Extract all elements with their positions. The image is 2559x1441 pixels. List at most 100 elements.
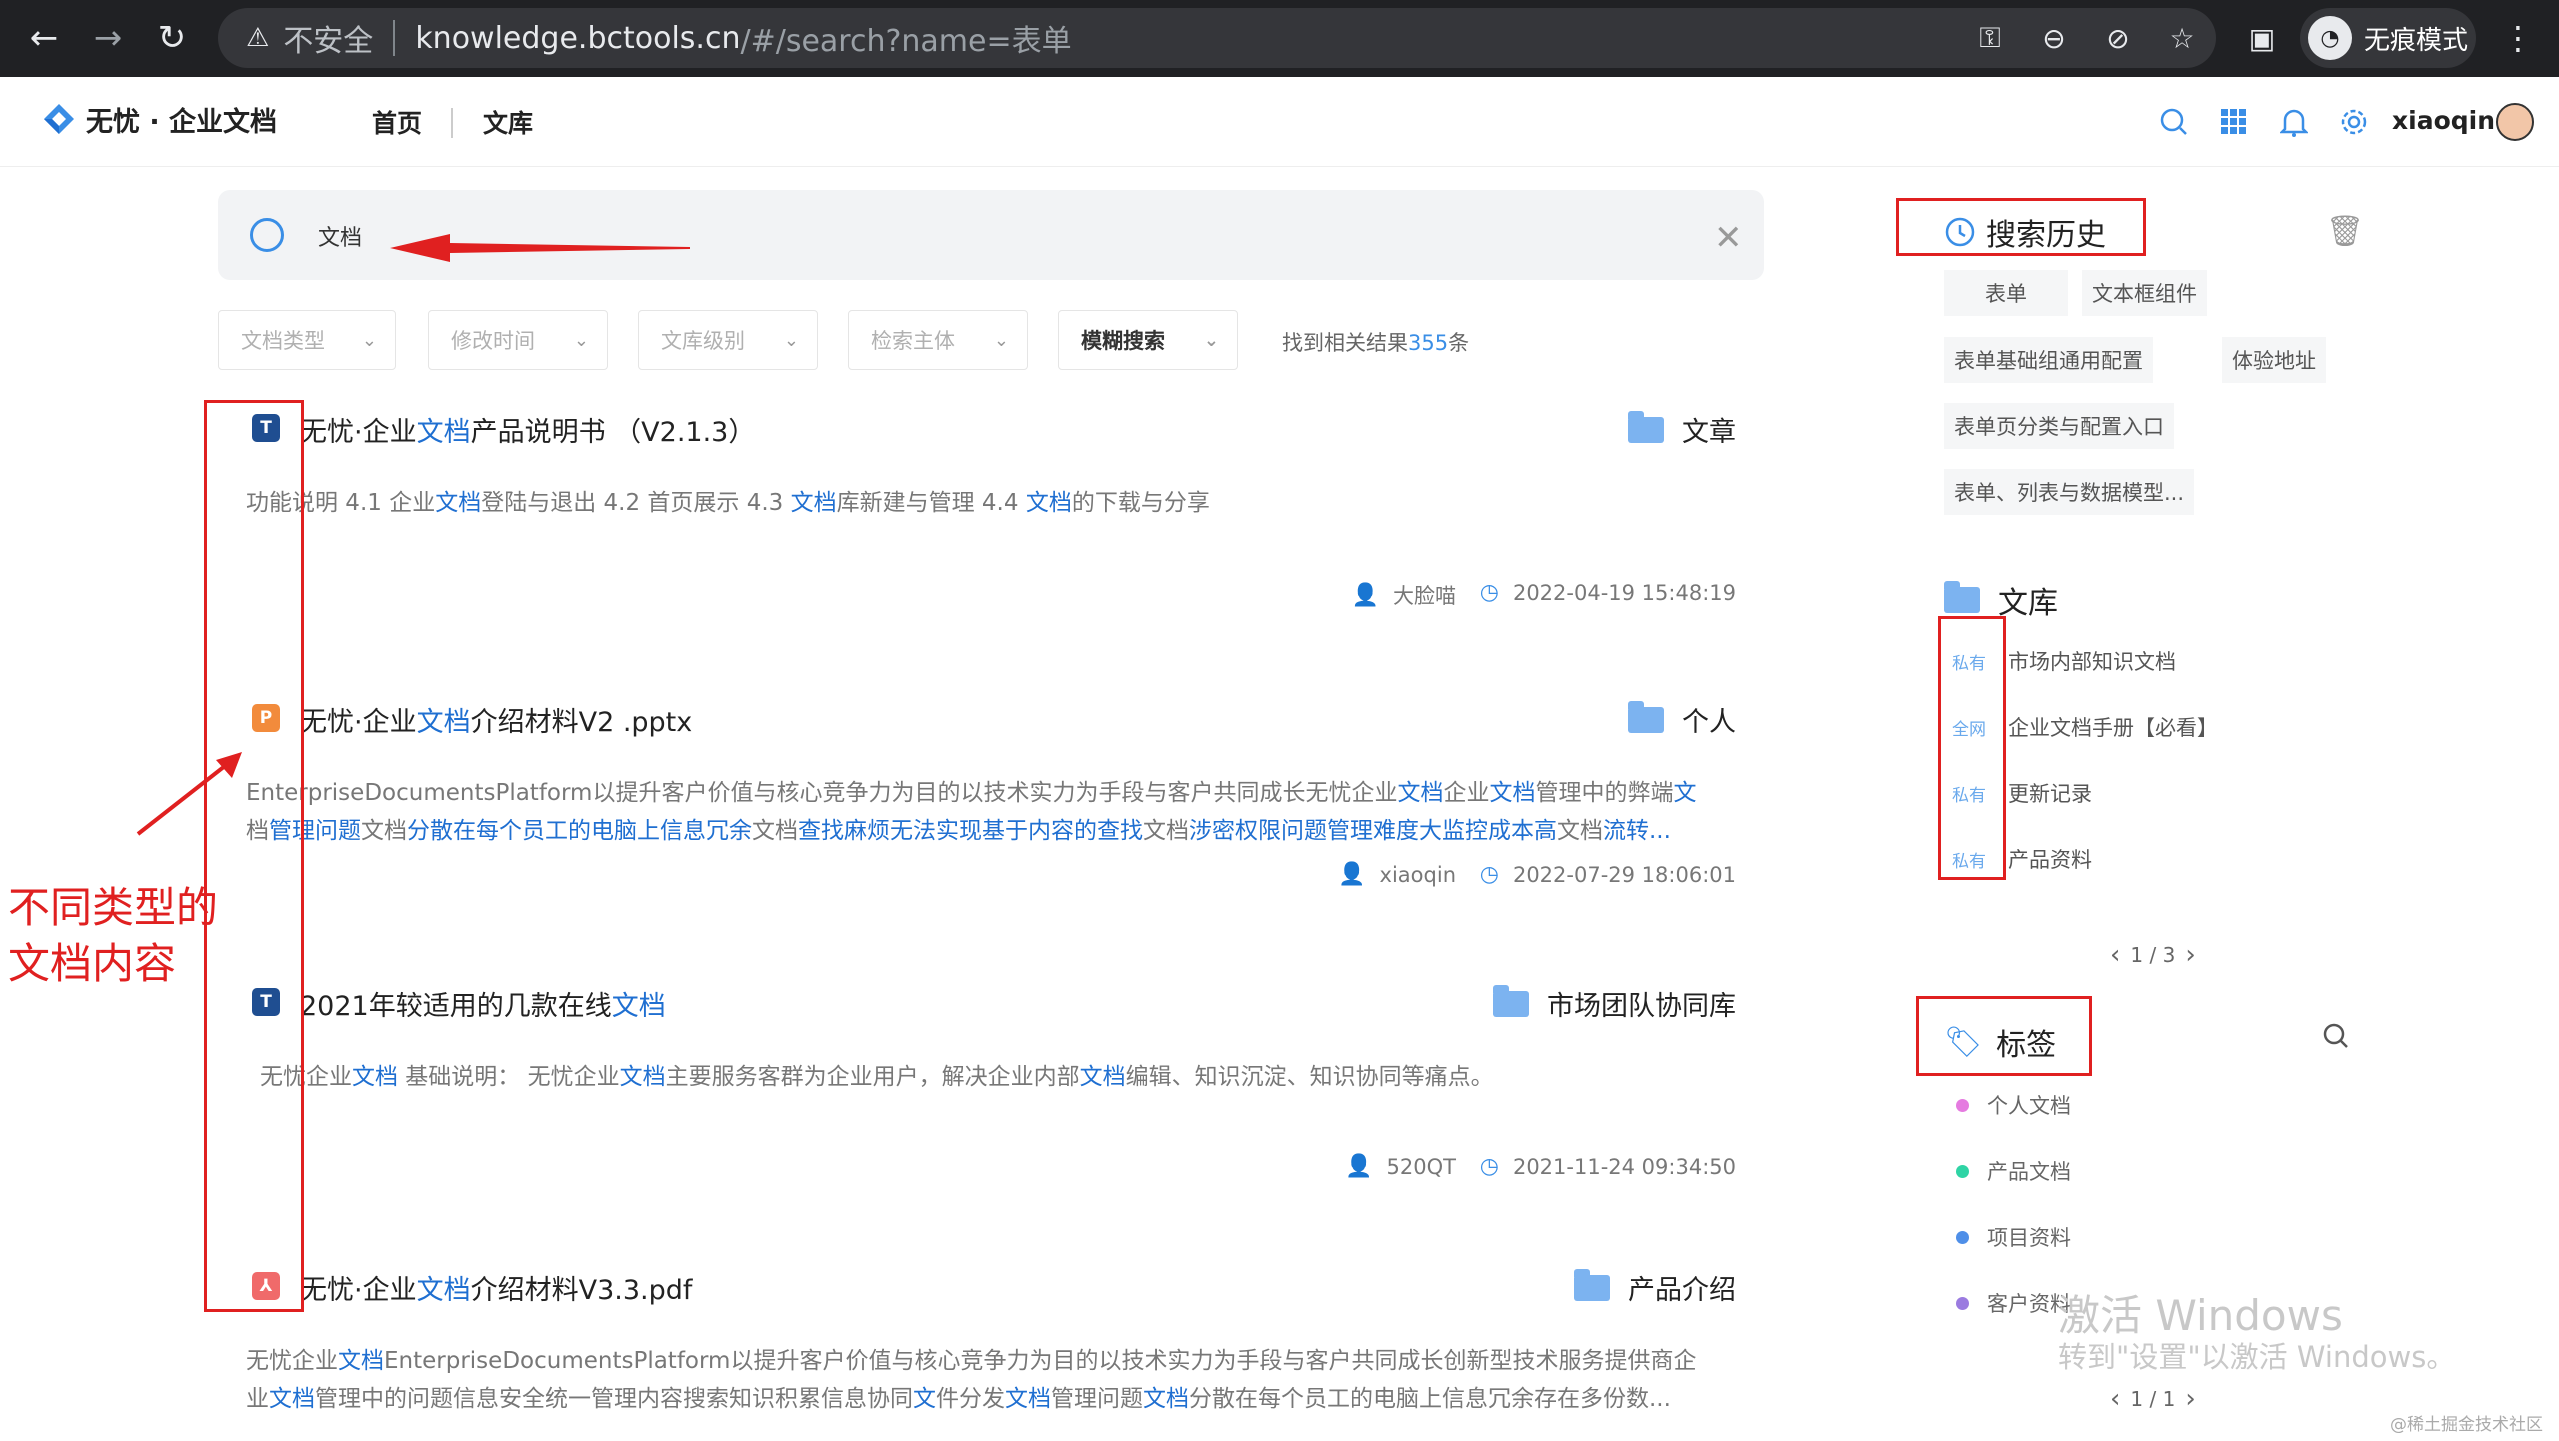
library-pager[interactable]: ‹ 1 / 3 › xyxy=(2110,940,2196,970)
history-chip[interactable]: 文本框组件 xyxy=(2082,270,2207,316)
result-count: 找到相关结果355条 xyxy=(1282,327,1469,357)
tag-item[interactable]: 个人文档 xyxy=(1956,1090,2071,1120)
keyword-highlight: 文档 xyxy=(416,707,471,738)
warning-icon: ⚠ xyxy=(246,23,270,53)
search-input[interactable]: 文档 xyxy=(318,220,362,252)
result-snippet-line: EnterpriseDocumentsPlatform以提升客户价值与核心竞争力… xyxy=(246,774,1696,812)
reload-icon[interactable]: ↻ xyxy=(150,16,194,60)
brand-name: 无忧 · 企业文档 xyxy=(86,107,278,138)
tag-color-dot xyxy=(1956,1098,1969,1112)
bookmark-star-icon[interactable]: ☆ xyxy=(2162,18,2202,58)
annotation-arrow-to-search xyxy=(390,234,690,262)
keyword-highlight: 文档 xyxy=(416,1275,471,1306)
brand-logo[interactable]: 无忧 · 企业文档 xyxy=(40,100,277,139)
nav-library[interactable]: 文库 xyxy=(483,104,533,140)
result-folder[interactable]: 市场团队协同库 xyxy=(1493,984,1736,1023)
result-folder[interactable]: 个人 xyxy=(1628,700,1736,739)
settings-gear-icon[interactable] xyxy=(2336,104,2372,140)
author-name: 520QT xyxy=(1386,1154,1456,1179)
pager-next-icon[interactable]: › xyxy=(2185,1384,2195,1414)
delete-history-trash-icon[interactable]: 🗑 xyxy=(2326,214,2364,249)
keyword-highlight: 文 xyxy=(1673,780,1697,806)
result-author: 👤 xiaoqin xyxy=(1338,862,1456,887)
header-search-icon[interactable] xyxy=(2156,104,2192,140)
library-item[interactable]: 全网 企业文档手册【必看】 xyxy=(1952,712,2218,742)
library-scope-badge: 私有 xyxy=(1952,785,1986,806)
history-chip[interactable]: 表单、列表与数据模型... xyxy=(1944,469,2195,515)
keyword-highlight: 文档 xyxy=(435,490,482,516)
library-item[interactable]: 私有 市场内部知识文档 xyxy=(1952,646,2176,676)
tags-pager[interactable]: ‹ 1 / 1 › xyxy=(2110,1384,2196,1414)
keyword-highlight: 文档 xyxy=(338,1348,384,1374)
user-avatar[interactable] xyxy=(2496,103,2534,141)
folder-icon xyxy=(1574,1268,1610,1301)
folder-icon xyxy=(1628,410,1664,443)
library-item[interactable]: 私有 更新记录 xyxy=(1952,778,2092,808)
history-chip[interactable]: 体验地址 xyxy=(2222,337,2326,383)
result-title-link[interactable]: 无忧·企业文档介绍材料V2 .pptx xyxy=(300,700,692,739)
result-title-link[interactable]: 无忧·企业文档介绍材料V3.3.pdf xyxy=(300,1268,692,1307)
text-segment: 企业 xyxy=(1443,780,1490,806)
keyword-highlight: 文档 xyxy=(269,1386,315,1412)
pager-prev-icon[interactable]: ‹ xyxy=(2110,940,2120,970)
history-chip[interactable]: 表单页分类与配置入口 xyxy=(1944,403,2174,449)
keyword-highlight: 文档 xyxy=(1143,1386,1189,1412)
result-title-link[interactable]: 无忧·企业文档产品说明书 （V2.1.3） xyxy=(300,410,755,449)
tag-color-dot xyxy=(1956,1296,1969,1310)
zoom-icon[interactable]: ⊖ xyxy=(2034,18,2074,58)
insecure-label: 不安全 xyxy=(283,24,374,59)
result-timestamp: ◷ 2022-04-19 15:48:19 xyxy=(1480,580,1736,605)
nav-home[interactable]: 首页 xyxy=(372,104,422,140)
text-segment: 分散在每个员工的电脑上信息冗余存在多份数... xyxy=(1189,1386,1671,1412)
address-bar[interactable]: ⚠ 不安全 knowledge.bctools.cn/#/search?name… xyxy=(218,8,2216,68)
history-chip[interactable]: 表单基础组通用配置 xyxy=(1944,337,2153,383)
incognito-indicator[interactable]: ◔ 无痕模式 xyxy=(2300,8,2476,68)
tag-name: 项目资料 xyxy=(1987,1226,2071,1250)
tracking-off-icon[interactable]: ⊘ xyxy=(2098,18,2138,58)
url-host: knowledge.bctools.cn xyxy=(415,20,741,56)
text-segment: 介绍材料V2 .pptx xyxy=(470,707,693,738)
nav-divider xyxy=(451,108,453,138)
keyword-highlight: 文档 xyxy=(416,417,471,448)
tag-item[interactable]: 客户资料 xyxy=(1956,1288,2071,1318)
apps-grid-icon[interactable] xyxy=(2216,104,2252,140)
more-menu-icon[interactable]: ⋮ xyxy=(2498,18,2538,58)
filter-doc-type[interactable]: 文档类型 ⌄ xyxy=(218,310,396,370)
clear-search-icon[interactable]: ✕ xyxy=(1714,218,1743,258)
pager-prev-icon[interactable]: ‹ xyxy=(2110,1384,2120,1414)
filter-fuzzy-search[interactable]: 模糊搜索 ⌄ xyxy=(1058,310,1238,370)
text-segment: 件分发 xyxy=(936,1386,1005,1412)
side-panel-icon[interactable]: ▣ xyxy=(2242,18,2282,58)
tag-search-icon[interactable] xyxy=(2322,1022,2350,1054)
history-chip[interactable]: 表单 xyxy=(1944,270,2068,316)
key-icon[interactable]: ⚿ xyxy=(1970,18,2010,58)
filter-search-subject[interactable]: 检索主体 ⌄ xyxy=(848,310,1028,370)
tag-name: 个人文档 xyxy=(1987,1094,2071,1118)
filter-modified-time[interactable]: 修改时间 ⌄ xyxy=(428,310,608,370)
keyword-highlight: 文档 xyxy=(1079,1064,1126,1090)
forward-arrow-icon[interactable]: → xyxy=(86,16,130,60)
tag-item[interactable]: 项目资料 xyxy=(1956,1222,2071,1252)
back-arrow-icon[interactable]: ← xyxy=(22,16,66,60)
result-folder[interactable]: 文章 xyxy=(1628,410,1736,449)
username[interactable]: xiaoqin xyxy=(2392,106,2495,135)
chevron-down-icon: ⌄ xyxy=(361,329,377,351)
text-segment: 文档 xyxy=(752,818,798,844)
tag-item[interactable]: 产品文档 xyxy=(1956,1156,2071,1186)
result-author: 👤 520QT xyxy=(1345,1154,1456,1179)
result-count-number: 355 xyxy=(1408,331,1449,355)
notification-bell-icon[interactable] xyxy=(2276,104,2312,140)
result-timestamp: ◷ 2021-11-24 09:34:50 xyxy=(1480,1154,1736,1179)
library-page-indicator: 1 / 3 xyxy=(2130,943,2176,967)
brand-mark-icon xyxy=(44,103,74,134)
tags-title: 🏷 标签 xyxy=(1944,1020,2056,1064)
library-item[interactable]: 私有 产品资料 xyxy=(1952,844,2092,874)
filter-library-level[interactable]: 文库级别 ⌄ xyxy=(638,310,818,370)
library-name: 市场内部知识文档 xyxy=(2008,650,2176,674)
text-segment: 管理中的弊端 xyxy=(1535,780,1674,806)
result-title-link[interactable]: 2021年较适用的几款在线文档 xyxy=(300,984,666,1023)
result-folder[interactable]: 产品介绍 xyxy=(1574,1268,1736,1307)
text-segment: 2021年较适用的几款在线 xyxy=(300,991,612,1022)
result-snippet-line: 功能说明 4.1 企业文档登陆与退出 4.2 首页展示 4.3 文档库新建与管理… xyxy=(246,484,1210,522)
pager-next-icon[interactable]: › xyxy=(2185,940,2195,970)
